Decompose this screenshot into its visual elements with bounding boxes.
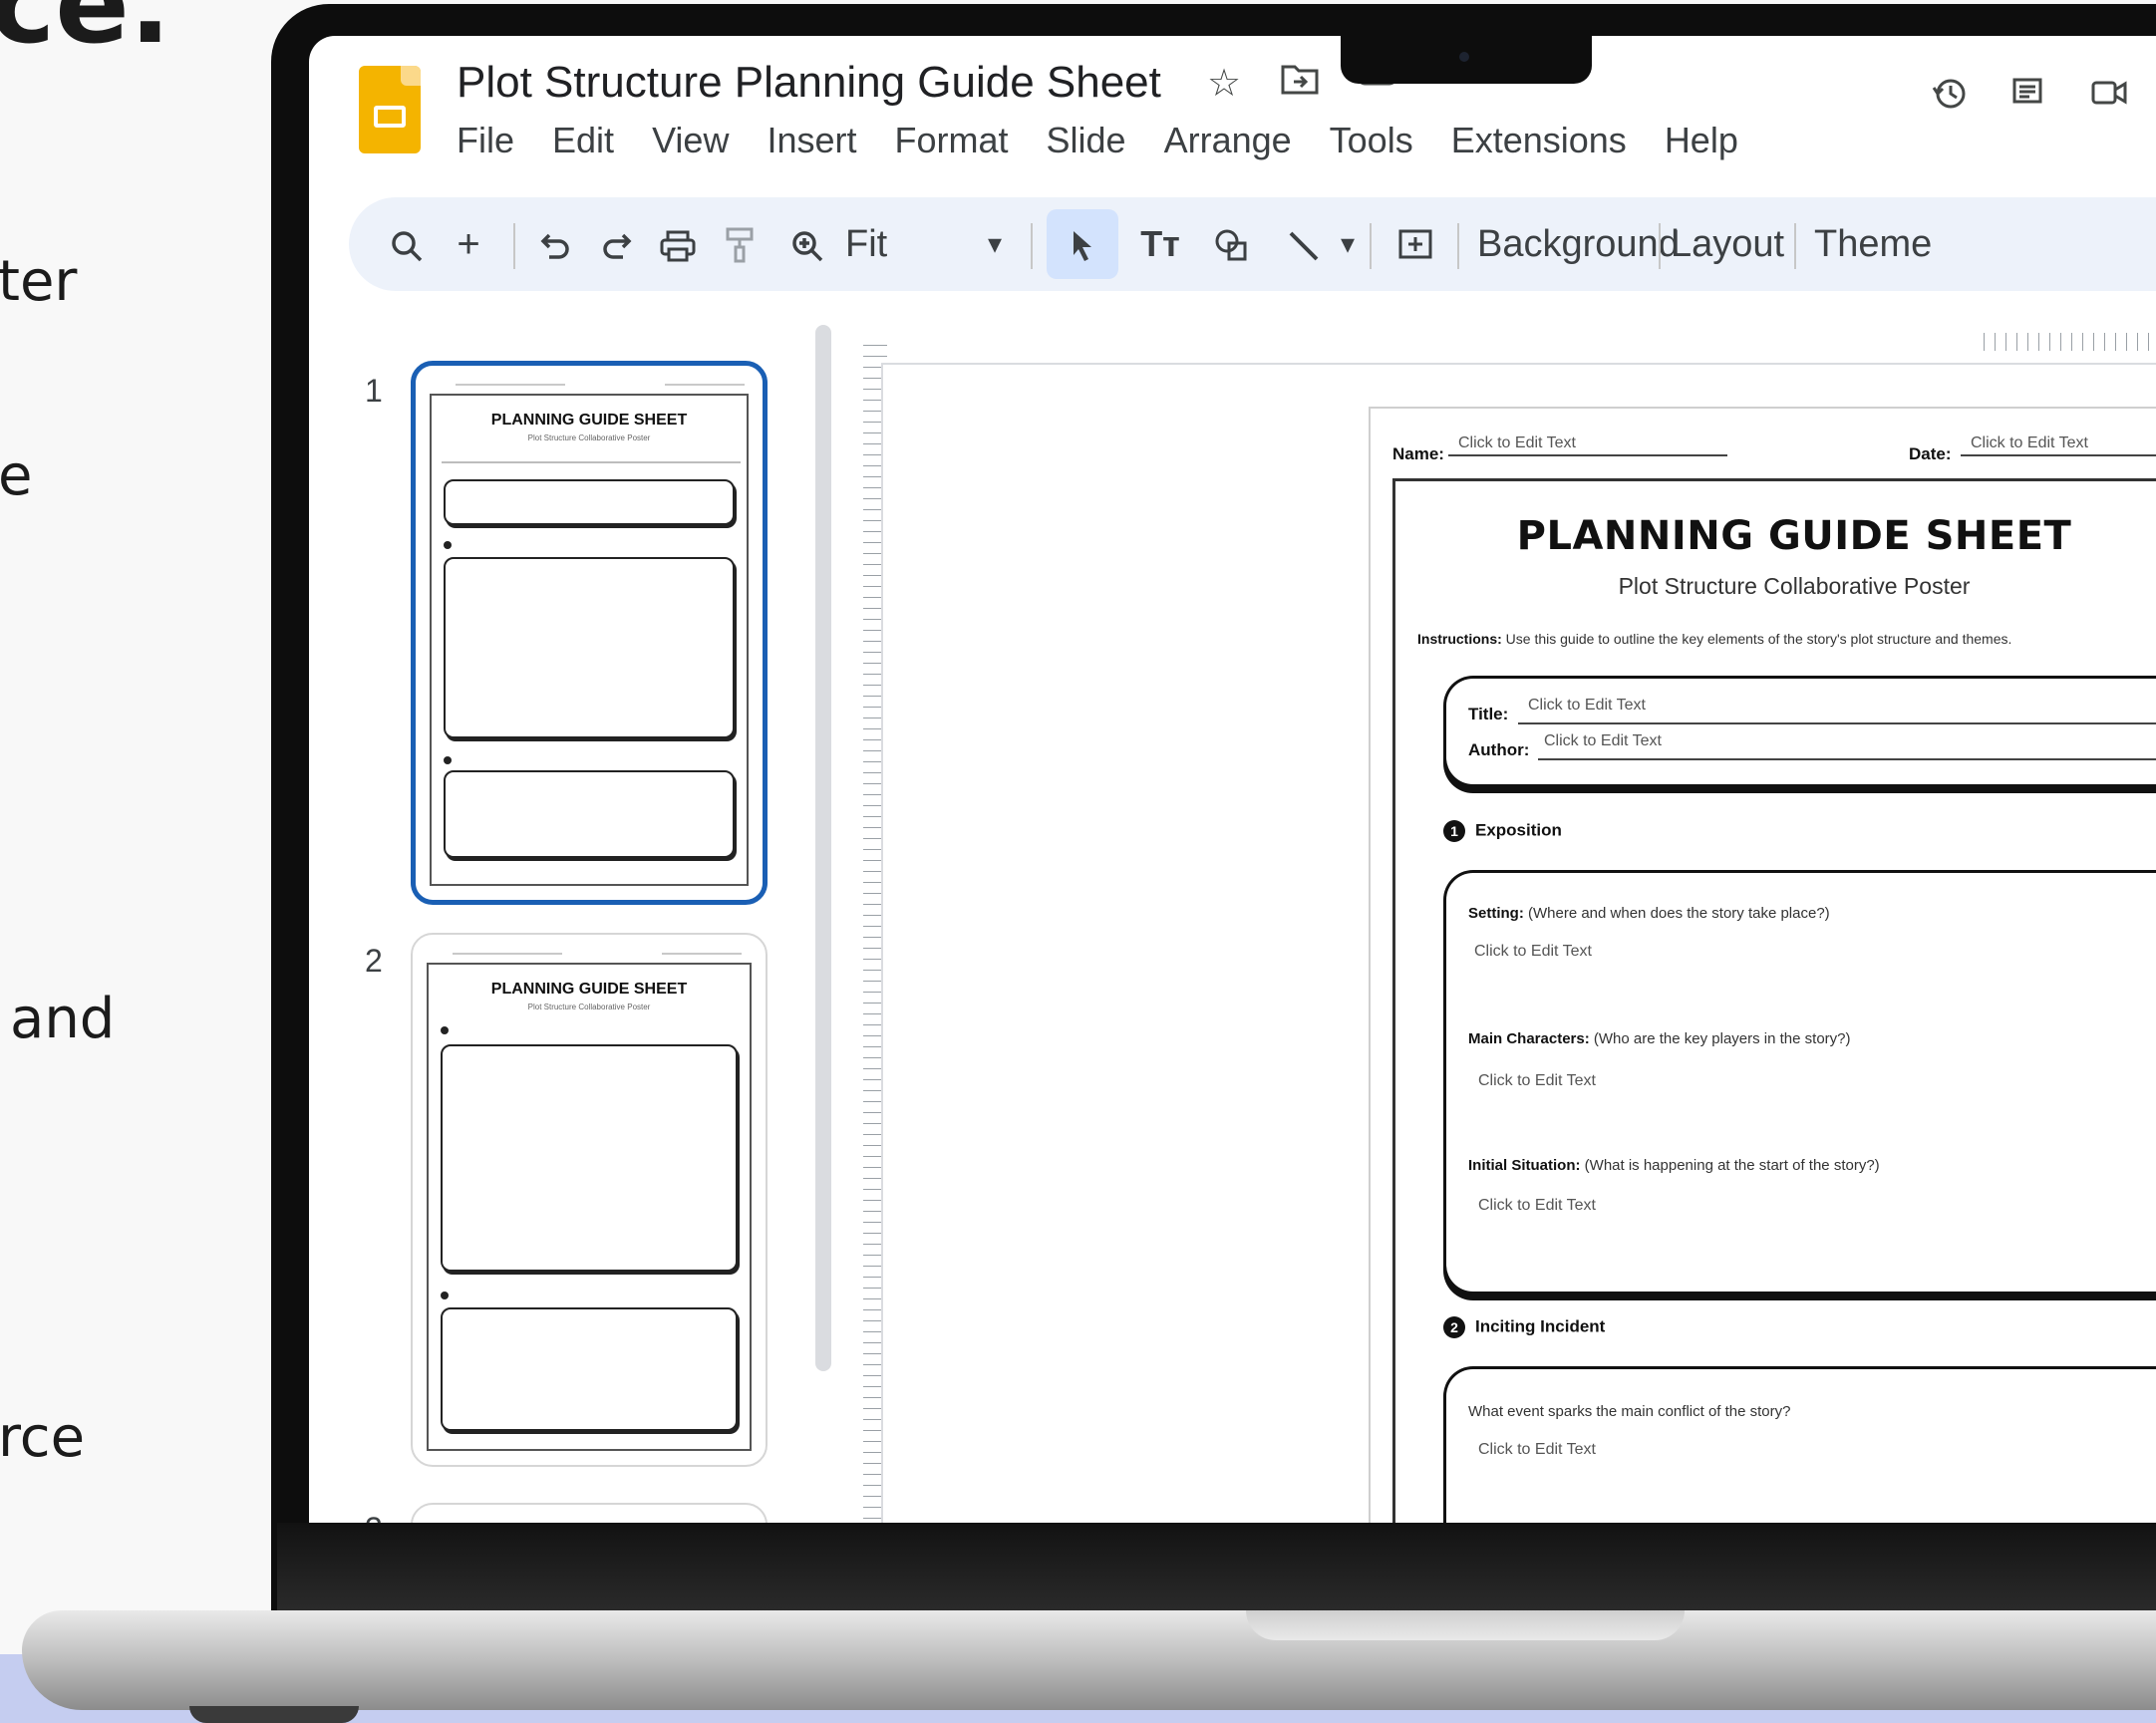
menu-view[interactable]: View	[652, 120, 749, 161]
layout-button[interactable]: Layout	[1671, 197, 1784, 291]
text-fragment-2: e	[0, 443, 33, 508]
instructions-label: Instructions:	[1417, 631, 1502, 647]
undo-icon[interactable]	[528, 197, 584, 291]
date-label: Date:	[1909, 444, 1952, 463]
menu-insert[interactable]: Insert	[767, 120, 876, 161]
new-slide-icon[interactable]: +	[439, 197, 498, 291]
section-exposition-heading: Exposition	[1475, 820, 1562, 840]
setting-field[interactable]: Click to Edit Text	[1474, 943, 1592, 961]
line-icon[interactable]	[1276, 197, 1332, 291]
title-author-box: Title: Click to Edit Text Author: Click …	[1443, 676, 2156, 787]
stage: ce. ter e and rce Plot Structure Plannin…	[0, 0, 2156, 1723]
slide-number: 1	[365, 373, 383, 409]
redo-icon[interactable]	[588, 197, 644, 291]
filmstrip-scrollbar[interactable]	[815, 325, 831, 1371]
laptop-base	[22, 1610, 2156, 1710]
insert-comment-icon[interactable]	[1386, 197, 1445, 291]
toolbar: + Fit ▾ Tт ▾ Background Layout Theme	[349, 197, 2156, 291]
menu-bar: File Edit View Insert Format Slide Arran…	[457, 120, 1776, 161]
slide-number: 2	[365, 943, 383, 979]
setting-label: Setting:	[1468, 905, 1524, 922]
toolbar-divider	[1031, 223, 1033, 269]
menu-edit[interactable]: Edit	[552, 120, 634, 161]
inciting-incident-box: What event sparks the main conflict of t…	[1443, 1366, 2156, 1523]
section-number: 1	[1443, 820, 1465, 842]
menu-arrange[interactable]: Arrange	[1164, 120, 1312, 161]
main-characters-field[interactable]: Click to Edit Text	[1478, 1072, 1596, 1090]
search-menus-icon[interactable]	[377, 197, 437, 291]
comments-icon[interactable]	[2005, 76, 2049, 120]
inciting-field[interactable]: Click to Edit Text	[1478, 1441, 1596, 1459]
main-characters-prompt: (Who are the key players in the story?)	[1593, 1030, 1851, 1047]
thumbnail-subtitle: Plot Structure Collaborative Poster	[527, 1003, 651, 1011]
sheet-frame: PLANNING GUIDE SHEET Plot Structure Coll…	[1392, 478, 2156, 1523]
menu-file[interactable]: File	[457, 120, 534, 161]
menu-help[interactable]: Help	[1665, 120, 1758, 161]
initial-situation-prompt: (What is happening at the start of the s…	[1584, 1157, 1880, 1174]
instructions-text: Use this guide to outline the key elemen…	[1505, 631, 2012, 647]
move-to-folder-icon[interactable]	[1278, 62, 1322, 106]
title-field[interactable]: Click to Edit Text	[1528, 697, 1646, 715]
sheet-subtitle: Plot Structure Collaborative Poster	[1618, 573, 1971, 599]
present-icon[interactable]	[2087, 76, 2131, 120]
toolbar-divider	[513, 223, 515, 269]
line-dropdown-icon[interactable]: ▾	[1330, 197, 1366, 291]
paint-format-icon[interactable]	[712, 197, 768, 291]
camera-lens	[1459, 52, 1469, 62]
title-label: Title:	[1468, 705, 1509, 723]
setting-prompt: (Where and when does the story take plac…	[1528, 905, 1830, 922]
menu-format[interactable]: Format	[895, 120, 1029, 161]
laptop-opening-notch	[1246, 1610, 1685, 1640]
initial-situation-label: Initial Situation:	[1468, 1157, 1581, 1174]
laptop-foot	[189, 1706, 359, 1723]
section-inciting-incident-heading: Inciting Incident	[1475, 1316, 1606, 1336]
laptop-bottom-bezel	[277, 1523, 2156, 1610]
menu-tools[interactable]: Tools	[1330, 120, 1433, 161]
author-field[interactable]: Click to Edit Text	[1544, 732, 1662, 750]
zoom-icon[interactable]	[779, 197, 835, 291]
star-icon[interactable]: ☆	[1202, 62, 1246, 106]
slide-thumbnail-3[interactable]	[411, 1503, 768, 1523]
theme-button[interactable]: Theme	[1814, 197, 1944, 291]
toolbar-divider	[1370, 223, 1372, 269]
toolbar-divider	[1659, 223, 1661, 269]
print-icon[interactable]	[648, 197, 708, 291]
main-characters-label: Main Characters:	[1468, 1030, 1590, 1047]
slide-thumbnail-2[interactable]: PLANNING GUIDE SHEET Plot Structure Coll…	[411, 933, 768, 1467]
slide-number: 3	[365, 1511, 383, 1523]
history-icon[interactable]	[1928, 76, 1972, 120]
author-label: Author:	[1468, 740, 1530, 759]
laptop-screen: Plot Structure Planning Guide Sheet ☆ Fi…	[309, 36, 2156, 1523]
text-fragment-3: and	[10, 987, 116, 1051]
text-fragment-4: rce	[0, 1405, 86, 1470]
date-field[interactable]: Click to Edit Text	[1961, 434, 2156, 456]
slides-logo-icon[interactable]	[359, 66, 421, 153]
horizontal-ruler	[1974, 333, 2156, 351]
thumbnail-title: PLANNING GUIDE SHEET	[490, 981, 688, 998]
zoom-dropdown-icon[interactable]: ▾	[975, 197, 1015, 291]
thumbnail-title: PLANNING GUIDE SHEET	[490, 412, 688, 429]
text-fragment-1: ter	[0, 249, 78, 314]
heading-fragment: ce.	[0, 0, 171, 68]
text-box-icon[interactable]: Tт	[1130, 197, 1190, 291]
toolbar-divider	[1457, 223, 1459, 269]
name-label: Name:	[1392, 444, 1444, 463]
toolbar-divider	[1794, 223, 1796, 269]
initial-situation-field[interactable]: Click to Edit Text	[1478, 1197, 1596, 1215]
select-tool-icon[interactable]	[1047, 209, 1118, 279]
shape-icon[interactable]	[1202, 197, 1262, 291]
thumbnail-subtitle: Plot Structure Collaborative Poster	[527, 433, 651, 442]
planning-guide-sheet[interactable]: Name: Click to Edit Text Date: Click to …	[1369, 407, 2156, 1523]
inciting-prompt: What event sparks the main conflict of t…	[1468, 1403, 1791, 1420]
menu-extensions[interactable]: Extensions	[1451, 120, 1647, 161]
exposition-box: Setting: (Where and when does the story …	[1443, 870, 2156, 1294]
section-number: 2	[1443, 1316, 1465, 1338]
name-field[interactable]: Click to Edit Text	[1448, 434, 1727, 456]
zoom-select[interactable]: Fit	[845, 197, 915, 291]
sheet-title: PLANNING GUIDE SHEET	[1516, 513, 2072, 559]
background-button[interactable]: Background	[1477, 197, 1680, 291]
slide-thumbnail-1[interactable]: PLANNING GUIDE SHEET Plot Structure Coll…	[411, 361, 768, 905]
document-title[interactable]: Plot Structure Planning Guide Sheet	[457, 58, 1161, 108]
menu-slide[interactable]: Slide	[1047, 120, 1146, 161]
